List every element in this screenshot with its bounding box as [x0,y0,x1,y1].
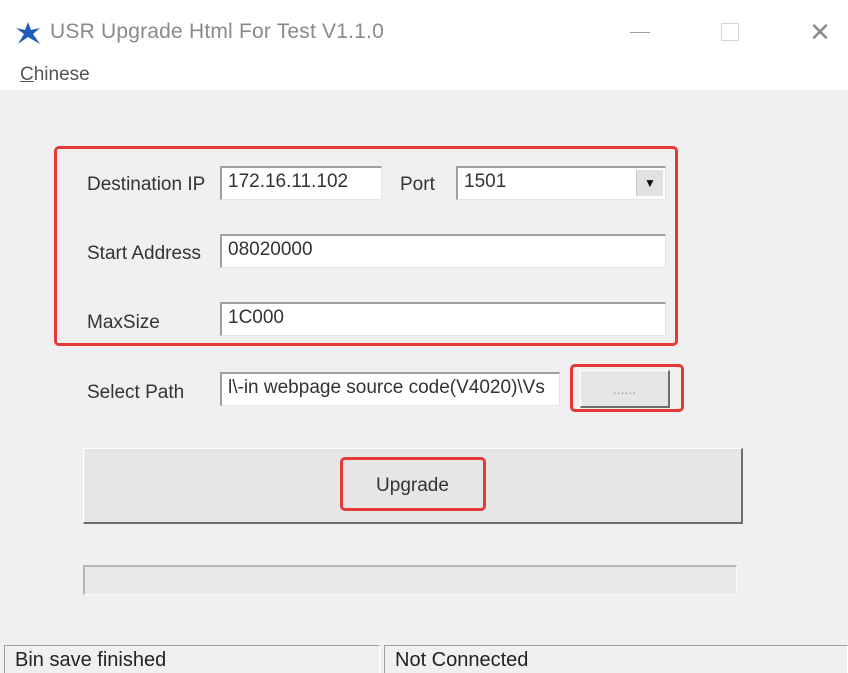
close-icon: ✕ [809,17,831,47]
menu-item-chinese[interactable]: Chinese [20,62,90,88]
upgrade-progress-bar [83,565,737,595]
close-button[interactable]: ✕ [790,12,848,52]
start-address-label: Start Address [87,243,202,264]
minimize-icon [630,31,650,33]
title-bar[interactable]: USR Upgrade Html For Test V1.1.0 ✕ [0,0,848,62]
connection-status: Not Connected [384,645,848,673]
app-icon [16,22,40,44]
max-size-input[interactable]: 1C000 [220,302,666,336]
upgrade-button-label: Upgrade [376,474,449,496]
browse-button[interactable]: ...... [580,370,670,408]
destination-ip-label: Destination IP [87,174,206,195]
chevron-down-icon[interactable]: ▼ [636,170,663,196]
menu-item-label: hinese [33,64,90,85]
destination-ip-input[interactable]: 172.16.11.102 [220,166,382,200]
minimize-button[interactable] [610,12,670,52]
port-select[interactable]: 1501 ▼ [456,166,666,200]
max-size-label: MaxSize [87,312,160,333]
maximize-button[interactable] [700,12,760,52]
menu-bar: Chinese [0,62,848,90]
port-label: Port [400,174,435,195]
upgrade-button[interactable]: Upgrade [83,448,743,524]
start-address-input[interactable]: 08020000 [220,234,666,268]
select-path-input[interactable]: l\-in webpage source code(V4020)\Vs [220,372,560,406]
menu-item-accelerator: C [20,64,34,85]
status-bar: Bin save finished Not Connected [0,641,848,673]
port-select-value: 1501 [464,171,507,192]
window-title: USR Upgrade Html For Test V1.1.0 [50,20,384,43]
maximize-icon [721,23,739,41]
upgrade-window: USR Upgrade Html For Test V1.1.0 ✕ Chine… [0,0,848,673]
status-message: Bin save finished [4,645,380,673]
select-path-label: Select Path [87,382,185,403]
